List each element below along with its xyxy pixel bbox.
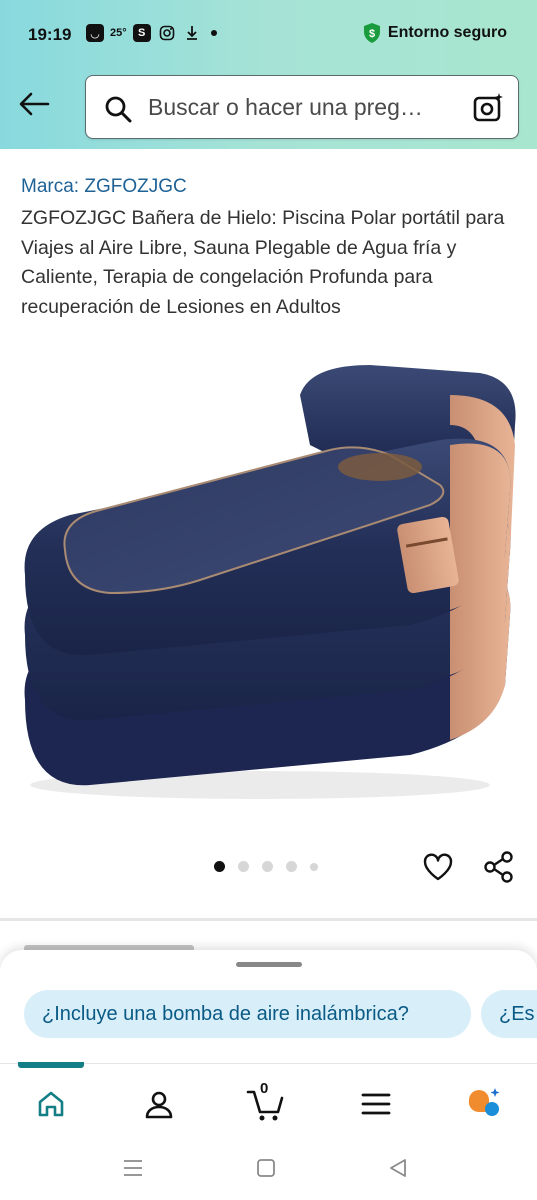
system-back-button[interactable]	[385, 1155, 411, 1181]
recent-apps-button[interactable]	[120, 1155, 146, 1181]
shield-icon: $	[363, 23, 380, 43]
section-divider	[0, 918, 537, 921]
recent-apps-icon	[124, 1160, 142, 1176]
share-icon[interactable]	[482, 850, 516, 884]
nav-menu[interactable]	[356, 1084, 396, 1124]
carousel-dot[interactable]	[310, 862, 318, 871]
carousel-dot[interactable]	[238, 861, 249, 872]
product-title: ZGFOZJGC Bañera de Hielo: Piscina Polar …	[21, 207, 505, 318]
account-icon	[145, 1091, 173, 1119]
header: 19:19 ◡ 25° S $ Entorno seguro Buscar o …	[0, 0, 537, 149]
carousel-dot[interactable]	[214, 861, 225, 872]
home-icon	[38, 1091, 64, 1117]
status-bar: 19:19 ◡ 25° S $ Entorno seguro	[0, 14, 537, 54]
rufus-icon	[468, 1088, 500, 1116]
suggestions-sheet: ¿Incluye una bomba de aire inalámbrica? …	[0, 950, 537, 1065]
nav-account[interactable]	[139, 1084, 179, 1124]
triangle-back-icon	[390, 1159, 406, 1177]
product-image[interactable]	[10, 355, 528, 815]
shazam-app-icon: S	[132, 24, 151, 42]
cart-count: 0	[260, 1080, 269, 1097]
suggestion-chip[interactable]: ¿Es a	[481, 990, 537, 1038]
brand-link[interactable]: Marca: ZGFOZJGC	[21, 176, 187, 198]
system-navigation-bar	[0, 1137, 537, 1200]
square-home-icon	[257, 1159, 275, 1177]
status-icons: ◡ 25° S	[86, 24, 217, 42]
carousel-dot[interactable]	[262, 861, 273, 872]
weather-temperature: 25°	[110, 27, 127, 39]
status-time: 19:19	[28, 25, 72, 44]
secure-environment-indicator: $ Entorno seguro	[362, 22, 507, 44]
system-home-button[interactable]	[253, 1155, 279, 1181]
search-input[interactable]: Buscar o hacer una preg…	[85, 75, 519, 139]
back-button[interactable]	[16, 88, 52, 120]
active-tab-indicator	[18, 1062, 84, 1068]
image-carousel-dots[interactable]	[214, 861, 318, 872]
more-notifications-dot-icon	[210, 30, 217, 36]
search-placeholder: Buscar o hacer una preg…	[148, 94, 423, 120]
camera-search-icon[interactable]	[472, 92, 504, 124]
download-icon	[183, 24, 201, 42]
suggestion-chip[interactable]: ¿Incluye una bomba de aire inalámbrica?	[24, 990, 471, 1038]
nav-rufus[interactable]	[465, 1084, 505, 1124]
svg-text:$: $	[369, 28, 375, 40]
notification-app-icon: ◡	[86, 24, 104, 42]
secure-label: Entorno seguro	[387, 24, 507, 41]
sheet-drag-handle[interactable]	[236, 962, 302, 967]
instagram-icon	[157, 24, 177, 42]
product-page: 19:19 ◡ 25° S $ Entorno seguro Buscar o …	[0, 0, 537, 1200]
heart-icon[interactable]	[422, 851, 454, 883]
search-icon	[105, 96, 132, 123]
carousel-dot[interactable]	[286, 861, 297, 872]
nav-home[interactable]	[31, 1084, 71, 1124]
bottom-navigation: 0	[0, 1062, 537, 1137]
nav-cart[interactable]: 0	[246, 1080, 286, 1124]
back-arrow-icon	[19, 92, 50, 116]
menu-icon	[361, 1093, 391, 1115]
